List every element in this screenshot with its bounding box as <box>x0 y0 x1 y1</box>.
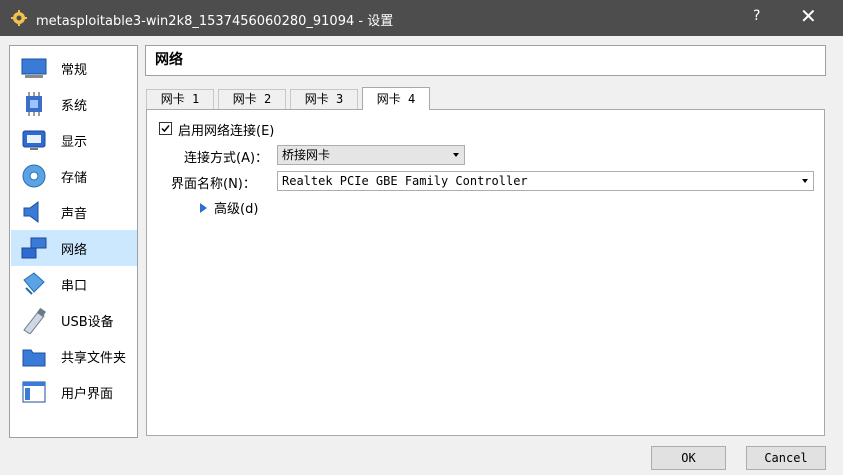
general-icon <box>21 58 47 78</box>
sidebar-item-system[interactable]: 系统 <box>11 86 137 122</box>
sidebar-item-label: 常规 <box>61 62 88 78</box>
ok-button[interactable]: OK <box>651 446 726 470</box>
system-icon <box>26 92 42 116</box>
audio-icon <box>23 201 39 223</box>
settings-gear-icon <box>11 10 27 26</box>
advanced-toggle[interactable]: 高级(d) <box>214 198 258 217</box>
chevron-down-icon <box>802 179 808 183</box>
sidebar-item-label: 显示 <box>61 134 88 150</box>
user-interface-icon <box>22 381 46 403</box>
attached-to-label: 连接方式(A)： <box>184 151 269 166</box>
sidebar-item-shared-folders[interactable]: 共享文件夹 <box>11 338 137 374</box>
title-bar: metasploitable3-win2k8_1537456060280_910… <box>0 0 843 36</box>
enable-network-checkbox[interactable] <box>159 122 172 135</box>
serial-port-icon <box>23 272 45 295</box>
tab-adapter-1[interactable]: 网卡 1 <box>146 89 214 109</box>
sidebar-item-storage[interactable]: 存储 <box>11 158 137 194</box>
sidebar-item-label: USB设备 <box>61 314 114 330</box>
tab-adapter-4[interactable]: 网卡 4 <box>362 87 430 110</box>
network-icon <box>21 237 47 259</box>
sidebar-item-display[interactable]: 显示 <box>11 122 137 158</box>
attached-to-select[interactable]: 桥接网卡 <box>277 145 465 165</box>
display-icon <box>22 130 46 150</box>
interface-name-value: Realtek PCIe GBE Family Controller <box>282 174 528 188</box>
check-icon <box>161 125 170 133</box>
sidebar-item-audio[interactable]: 声音 <box>11 194 137 230</box>
sidebar-item-label: 串口 <box>61 278 88 294</box>
sidebar-item-serial-port[interactable]: 串口 <box>11 266 137 302</box>
sidebar-item-label: 网络 <box>61 242 88 258</box>
sidebar-item-label: 共享文件夹 <box>61 350 127 366</box>
adapter-settings-panel: 启用网络连接(E) 连接方式(A)： 桥接网卡 界面名称(N)： Realtek… <box>146 109 825 436</box>
window-title: metasploitable3-win2k8_1537456060280_910… <box>36 14 394 29</box>
sidebar-item-label: 系统 <box>61 98 88 114</box>
tab-adapter-3[interactable]: 网卡 3 <box>290 89 358 109</box>
sidebar-item-network[interactable]: 网络 <box>11 230 137 266</box>
sidebar-item-label: 存储 <box>61 170 88 186</box>
interface-name-select[interactable]: Realtek PCIe GBE Family Controller <box>277 171 814 191</box>
enable-network-label[interactable]: 启用网络连接(E) <box>178 120 274 139</box>
chevron-down-icon <box>453 153 459 157</box>
sidebar-item-label: 用户界面 <box>61 386 114 402</box>
help-button[interactable]: ? <box>753 8 760 24</box>
expand-arrow-icon[interactable] <box>200 203 207 213</box>
usb-icon <box>23 307 46 334</box>
interface-name-label: 界面名称(N)： <box>171 177 256 192</box>
page-title: 网络 <box>145 45 826 76</box>
cancel-button[interactable]: Cancel <box>746 446 826 470</box>
sidebar-item-general[interactable]: 常规 <box>11 50 137 86</box>
sidebar-item-usb[interactable]: USB设备 <box>11 302 137 338</box>
settings-sidebar: 常规 系统 显示 存储 声音 网络 串口 USB设备 共享文件夹 用户界面 <box>9 45 138 438</box>
sidebar-item-label: 声音 <box>61 206 88 222</box>
attached-to-value: 桥接网卡 <box>282 148 331 162</box>
tab-adapter-2[interactable]: 网卡 2 <box>218 89 286 109</box>
storage-icon <box>22 164 46 188</box>
sidebar-item-user-interface[interactable]: 用户界面 <box>11 374 137 410</box>
shared-folder-icon <box>22 349 46 367</box>
close-button[interactable]: ✕ <box>800 5 817 27</box>
